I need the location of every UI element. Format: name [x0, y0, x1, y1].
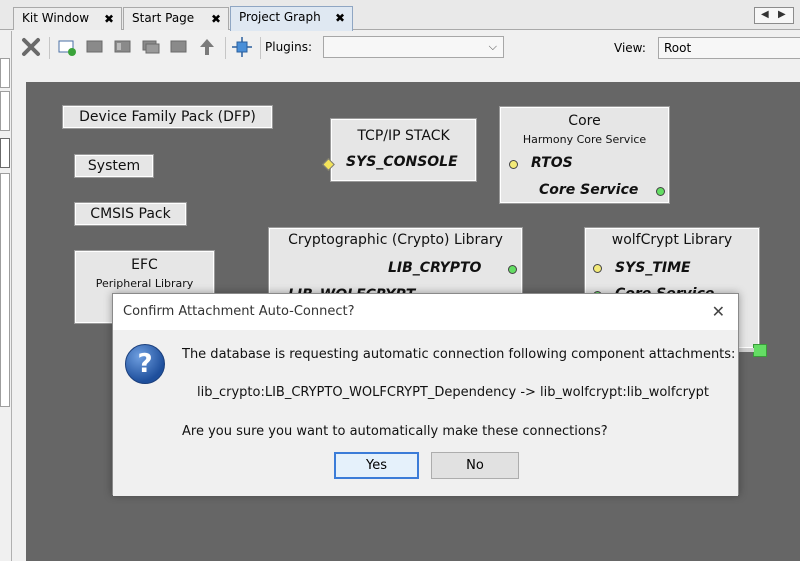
dialog-connection-detail: lib_crypto:LIB_CRYPTO_WOLFCRYPT_Dependen…: [197, 385, 710, 400]
tab-kit-window[interactable]: Kit Window ✖: [13, 7, 122, 30]
component-title: Cryptographic (Crypto) Library: [288, 232, 503, 248]
view-dropdown[interactable]: Root: [658, 37, 800, 59]
tab-project-graph[interactable]: Project Graph ✖: [230, 6, 353, 31]
dependency-dot-icon[interactable]: [593, 264, 602, 273]
tab-start-page[interactable]: Start Page ✖: [123, 7, 229, 30]
dependency-label: SYS_CONSOLE: [346, 154, 458, 170]
dependency-label: RTOS: [531, 155, 573, 171]
component-subtitle: Harmony Core Service: [522, 133, 647, 146]
capability-dot-icon[interactable]: [508, 265, 517, 274]
question-icon: ?: [125, 344, 165, 384]
toolbar-separator: [260, 37, 261, 59]
tab-label: Project Graph: [239, 10, 321, 24]
component-dfp[interactable]: Device Family Pack (DFP): [63, 106, 272, 128]
panel-fragment: [0, 58, 10, 88]
close-icon[interactable]: ✖: [335, 11, 345, 25]
close-icon[interactable]: ✖: [104, 12, 114, 26]
container-icon[interactable]: [113, 37, 133, 57]
tab-label: Start Page: [132, 11, 195, 25]
stack-icon[interactable]: [141, 37, 161, 57]
close-icon[interactable]: ✕: [712, 302, 725, 321]
component-label: Device Family Pack (DFP): [79, 109, 256, 125]
yes-button[interactable]: Yes: [334, 452, 419, 479]
component-label: CMSIS Pack: [90, 206, 171, 222]
plugins-dropdown[interactable]: ⌵: [323, 36, 504, 58]
tab-bar: Kit Window ✖ Start Page ✖ Project Graph …: [0, 0, 800, 31]
confirm-auto-connect-dialog: Confirm Attachment Auto-Connect? ✕ ? The…: [112, 293, 739, 496]
component-subtitle: Peripheral Library: [95, 277, 194, 290]
panel-fragment: [0, 91, 10, 131]
capability-dot-icon[interactable]: [656, 187, 665, 196]
dependency-label: SYS_TIME: [615, 260, 691, 276]
chevron-left-icon[interactable]: ◀: [761, 9, 769, 20]
add-component-icon[interactable]: [57, 37, 77, 57]
chevron-right-icon[interactable]: ▶: [778, 9, 786, 20]
auto-layout-icon[interactable]: [232, 37, 252, 57]
plugins-label: Plugins:: [265, 40, 313, 54]
application-window: Kit Window ✖ Start Page ✖ Project Graph …: [0, 0, 800, 561]
tab-scroll-buttons: ◀ ▶: [754, 7, 794, 24]
left-panel-edge: [0, 31, 12, 561]
connector-line: [738, 348, 754, 352]
panel-fragment: [0, 138, 10, 168]
no-button[interactable]: No: [431, 452, 519, 479]
chevron-down-icon: ⌵: [488, 40, 497, 53]
capability-port-icon[interactable]: [753, 344, 767, 357]
toolbar-separator: [225, 37, 226, 59]
dialog-body: ? The database is requesting automatic c…: [113, 330, 738, 496]
layout-icon[interactable]: [169, 37, 189, 57]
component-system[interactable]: System: [75, 155, 153, 177]
toolbar: Plugins: ⌵ View: Root: [12, 31, 800, 63]
view-label: View:: [614, 41, 646, 55]
component-core[interactable]: Core Harmony Core Service RTOS Core Serv…: [500, 107, 669, 203]
component-title: wolfCrypt Library: [611, 232, 733, 248]
component-tcpip-stack[interactable]: TCP/IP STACK SYS_CONSOLE: [331, 119, 476, 181]
component-cmsis[interactable]: CMSIS Pack: [75, 203, 186, 225]
toolbar-separator: [49, 37, 50, 59]
component-title: TCP/IP STACK: [357, 128, 450, 144]
component-title: Core: [568, 113, 601, 129]
component-title: EFC: [131, 257, 158, 273]
close-icon[interactable]: ✖: [211, 12, 221, 26]
view-value: Root: [664, 41, 692, 55]
capability-label: Core Service: [539, 182, 639, 198]
dialog-title: Confirm Attachment Auto-Connect?: [113, 294, 738, 330]
dependency-dot-icon[interactable]: [509, 160, 518, 169]
group-icon[interactable]: [85, 37, 105, 57]
tab-label: Kit Window: [22, 11, 90, 25]
capability-label: LIB_CRYPTO: [388, 260, 482, 276]
dialog-message: The database is requesting automatic con…: [182, 347, 736, 362]
arrow-up-icon[interactable]: [197, 37, 217, 57]
panel-fragment: [0, 173, 10, 407]
dialog-question: Are you sure you want to automatically m…: [182, 424, 608, 439]
component-label: System: [87, 158, 141, 174]
delete-icon[interactable]: [21, 37, 41, 57]
